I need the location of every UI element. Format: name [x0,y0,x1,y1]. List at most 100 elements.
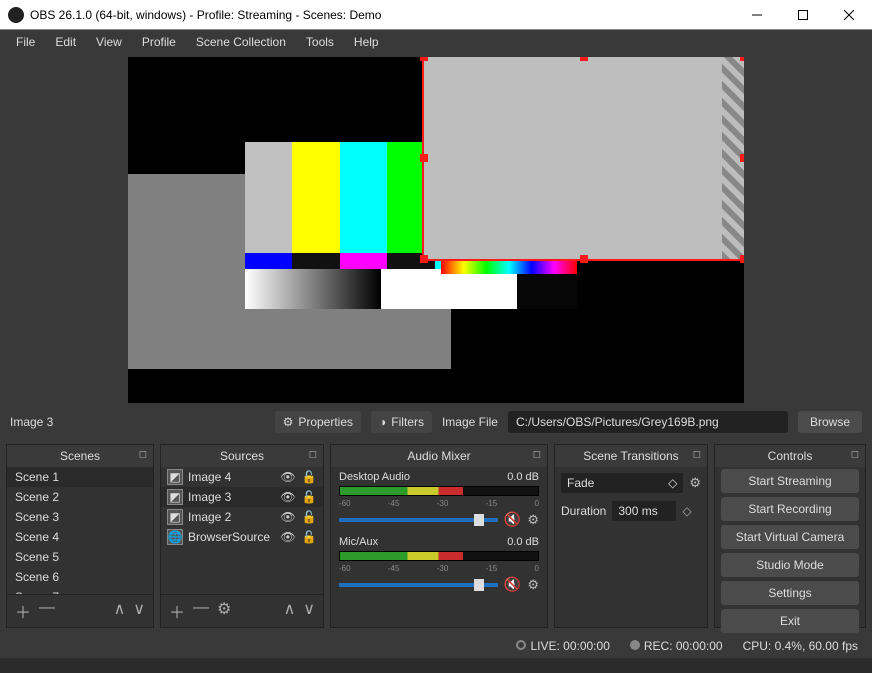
preview-area[interactable] [0,54,872,406]
vu-meter [339,551,539,561]
selected-source-label: Image 3 [10,415,53,429]
transitions-title: Scene Transitions [583,449,678,463]
docks-row: Scenes◻ Scene 1 Scene 2 Scene 3 Scene 4 … [0,438,872,634]
canvas-layer [128,174,245,369]
menu-tools[interactable]: Tools [296,31,344,53]
filters-button[interactable]: ◑Filters [371,411,432,433]
globe-icon: 🌐 [167,529,183,545]
exit-button[interactable]: Exit [721,609,859,633]
sources-list[interactable]: ◩Image 4👁🔓 ◩Image 3👁🔓 ◩Image 2👁🔓 🌐Browse… [161,467,323,594]
mixer-channel: Mic/Aux0.0 dB -60-45-30-150 🔇 ⚙ [331,532,547,597]
lock-toggle[interactable]: 🔓 [301,470,317,484]
channel-name: Mic/Aux [339,536,378,548]
app-logo-icon [8,7,24,23]
channel-settings-button[interactable]: ⚙ [527,512,539,528]
popout-icon[interactable]: ◻ [309,449,317,460]
slider-knob[interactable] [474,579,484,591]
mute-button[interactable]: 🔇 [504,511,521,528]
image-file-input[interactable] [508,411,788,433]
scene-item[interactable]: Scene 5 [7,547,153,567]
audio-mixer-panel: Audio Mixer◻ Desktop Audio0.0 dB -60-45-… [330,444,548,628]
source-properties-button[interactable]: ⚙ [217,599,231,623]
menu-scene-collection[interactable]: Scene Collection [186,31,296,53]
transition-select[interactable]: Fade◇ [561,473,683,493]
remove-source-button[interactable]: — [193,599,209,623]
remove-scene-button[interactable]: — [39,599,55,623]
properties-button[interactable]: ⚙Properties [275,411,361,433]
record-icon [630,640,640,650]
lock-toggle[interactable]: 🔓 [301,530,317,544]
popout-icon[interactable]: ◻ [533,449,541,460]
resize-handle[interactable] [580,57,588,61]
source-item[interactable]: ◩Image 4👁🔓 [161,467,323,487]
preview-canvas[interactable] [128,57,744,403]
resize-handle[interactable] [740,255,744,263]
start-recording-button[interactable]: Start Recording [721,497,859,521]
browse-button[interactable]: Browse [798,411,862,433]
scene-item[interactable]: Scene 4 [7,527,153,547]
close-button[interactable] [826,0,872,30]
mute-button[interactable]: 🔇 [504,576,521,593]
menu-edit[interactable]: Edit [45,31,86,53]
scene-item[interactable]: Scene 3 [7,507,153,527]
add-scene-button[interactable]: ＋ [15,599,31,623]
slider-knob[interactable] [474,514,484,526]
status-bar: LIVE: 00:00:00 REC: 00:00:00 CPU: 0.4%, … [0,634,872,658]
mixer-title: Audio Mixer [407,449,470,463]
resize-handle[interactable] [420,154,428,162]
menu-file[interactable]: File [6,31,45,53]
visibility-toggle[interactable]: 👁 [280,490,296,504]
resize-handle[interactable] [740,57,744,61]
channel-level: 0.0 dB [507,471,539,483]
maximize-button[interactable] [780,0,826,30]
main-menubar: File Edit View Profile Scene Collection … [0,30,872,54]
sources-panel: Sources◻ ◩Image 4👁🔓 ◩Image 3👁🔓 ◩Image 2👁… [160,444,324,628]
menu-profile[interactable]: Profile [132,31,186,53]
resize-handle[interactable] [740,154,744,162]
visibility-toggle[interactable]: 👁 [280,530,296,544]
move-source-up-button[interactable]: ∧ [284,599,296,623]
image-file-label: Image File [442,415,498,429]
duration-input[interactable] [612,501,676,521]
start-streaming-button[interactable]: Start Streaming [721,469,859,493]
scene-item[interactable]: Scene 7 [7,587,153,594]
resize-handle[interactable] [580,255,588,263]
controls-title: Controls [768,449,813,463]
transition-settings-button[interactable]: ⚙ [689,475,701,491]
volume-slider[interactable] [339,518,498,522]
move-scene-down-button[interactable]: ∨ [133,599,145,623]
menu-view[interactable]: View [86,31,132,53]
resize-handle[interactable] [420,255,428,263]
window-title: OBS 26.1.0 (64-bit, windows) - Profile: … [30,8,734,22]
resize-handle[interactable] [420,57,428,61]
popout-icon[interactable]: ◻ [851,449,859,460]
visibility-toggle[interactable]: 👁 [280,470,296,484]
scene-item[interactable]: Scene 2 [7,487,153,507]
popout-icon[interactable]: ◻ [139,449,147,460]
minimize-button[interactable] [734,0,780,30]
source-item[interactable]: ◩Image 3👁🔓 [161,487,323,507]
scene-item[interactable]: Scene 6 [7,567,153,587]
visibility-toggle[interactable]: 👁 [280,510,296,524]
channel-settings-button[interactable]: ⚙ [527,577,539,593]
sources-title: Sources [220,449,264,463]
stepper-icon[interactable]: ◇ [682,504,691,518]
updown-icon: ◇ [668,476,677,490]
move-source-down-button[interactable]: ∨ [303,599,315,623]
scene-item[interactable]: Scene 1 [7,467,153,487]
settings-button[interactable]: Settings [721,581,859,605]
source-item[interactable]: 🌐BrowserSource👁🔓 [161,527,323,547]
lock-toggle[interactable]: 🔓 [301,490,317,504]
menu-help[interactable]: Help [344,31,389,53]
add-source-button[interactable]: ＋ [169,599,185,623]
start-virtual-camera-button[interactable]: Start Virtual Camera [721,525,859,549]
source-item[interactable]: ◩Image 2👁🔓 [161,507,323,527]
move-scene-up-button[interactable]: ∧ [114,599,126,623]
volume-slider[interactable] [339,583,498,587]
scenes-list[interactable]: Scene 1 Scene 2 Scene 3 Scene 4 Scene 5 … [7,467,153,594]
image-icon: ◩ [167,489,183,505]
popout-icon[interactable]: ◻ [693,449,701,460]
studio-mode-button[interactable]: Studio Mode [721,553,859,577]
selected-source-bounds[interactable] [424,57,744,259]
lock-toggle[interactable]: 🔓 [301,510,317,524]
